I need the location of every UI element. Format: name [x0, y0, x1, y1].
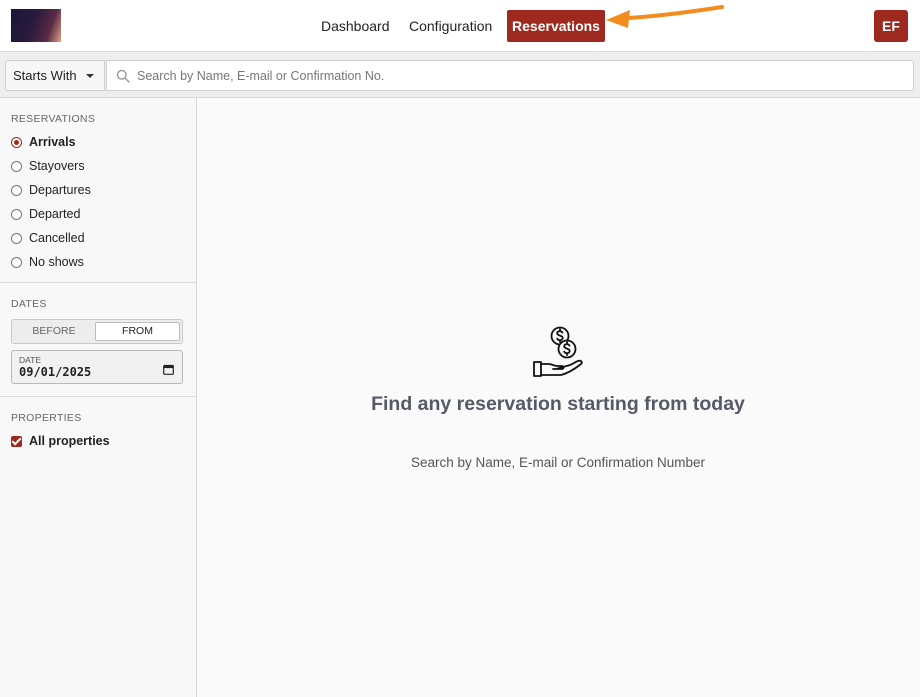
filter-arrivals[interactable]: Arrivals [11, 133, 76, 151]
radio-icon[interactable] [11, 160, 22, 172]
filter-sidebar: RESERVATIONS Arrivals Stayovers Departur… [0, 98, 197, 697]
date-mode-from[interactable]: FROM [95, 322, 180, 341]
main-content: Find any reservation starting from today… [197, 98, 920, 697]
nav-dashboard[interactable]: Dashboard [315, 10, 396, 42]
calendar-icon[interactable] [163, 364, 174, 375]
filter-label: Arrivals [29, 135, 76, 149]
main-nav: Dashboard Configuration Reservations [0, 0, 920, 52]
date-field-label: DATE [19, 355, 42, 365]
caret-down-icon [86, 74, 94, 78]
checkbox-checked-icon[interactable] [11, 435, 22, 447]
search-bar: Starts With [0, 52, 920, 98]
date-field-value[interactable]: 09/01/2025 [19, 365, 91, 379]
empty-state-title: Find any reservation starting from today [371, 393, 745, 415]
filter-label: Departed [29, 207, 81, 221]
properties-section-title: PROPERTIES [11, 412, 82, 424]
nav-reservations[interactable]: Reservations [507, 10, 605, 42]
filter-no-shows[interactable]: No shows [11, 253, 84, 271]
dates-section-title: DATES [11, 298, 47, 310]
radio-checked-icon[interactable] [11, 136, 22, 148]
radio-icon[interactable] [11, 184, 22, 196]
search-mode-dropdown[interactable]: Starts With [5, 60, 105, 91]
search-icon [116, 69, 130, 83]
search-input[interactable] [137, 61, 897, 90]
all-properties-checkbox-row[interactable]: All properties [11, 433, 110, 449]
radio-icon[interactable] [11, 208, 22, 220]
filter-label: Departures [29, 183, 91, 197]
search-mode-value: Starts With [13, 68, 77, 83]
filter-label: Stayovers [29, 159, 85, 173]
filter-stayovers[interactable]: Stayovers [11, 157, 85, 175]
section-divider [0, 282, 196, 283]
hand-with-coins-icon [533, 326, 583, 377]
filter-departures[interactable]: Departures [11, 181, 91, 199]
radio-icon[interactable] [11, 256, 22, 268]
filter-cancelled[interactable]: Cancelled [11, 229, 85, 247]
section-divider [0, 396, 196, 397]
empty-state-subtitle: Search by Name, E-mail or Confirmation N… [410, 455, 706, 470]
date-field[interactable]: DATE 09/01/2025 [11, 350, 183, 384]
user-avatar[interactable]: EF [874, 10, 908, 42]
filter-departed[interactable]: Departed [11, 205, 80, 223]
radio-icon[interactable] [11, 232, 22, 244]
reservations-section-title: RESERVATIONS [11, 113, 96, 125]
nav-configuration[interactable]: Configuration [403, 10, 498, 42]
filter-label: No shows [29, 255, 84, 269]
all-properties-label: All properties [29, 434, 110, 448]
filter-label: Cancelled [29, 231, 85, 245]
search-box[interactable] [106, 60, 914, 91]
top-navigation-bar: Dashboard Configuration Reservations EF [0, 0, 920, 52]
date-mode-toggle: BEFORE FROM [11, 319, 183, 344]
date-mode-before[interactable]: BEFORE [14, 322, 94, 341]
